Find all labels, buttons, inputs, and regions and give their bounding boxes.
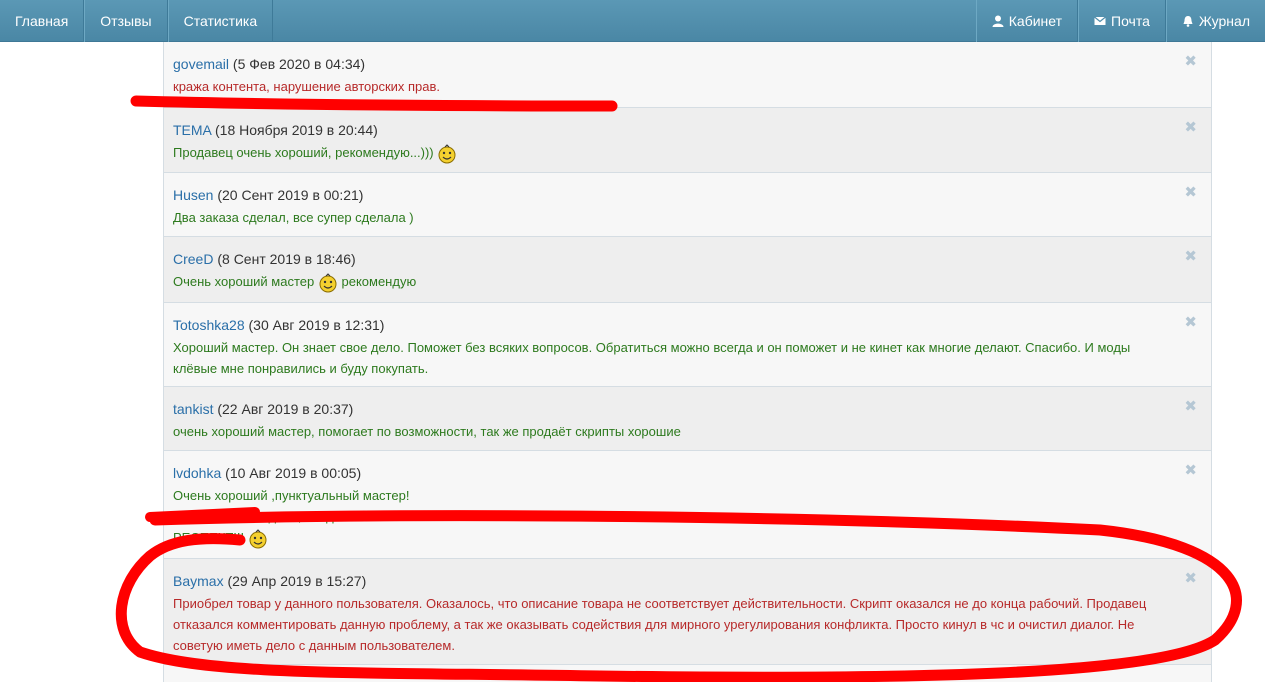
review-date: (8 Сент 2019 в 18:46) [217, 251, 356, 267]
review-item: Husen (20 Сент 2019 в 00:21) Два заказа … [163, 173, 1212, 237]
review-date: (18 Ноября 2019 в 20:44) [215, 122, 378, 138]
smiley-emoticon-icon [249, 528, 267, 549]
review-author-link[interactable]: TEMA [173, 122, 211, 138]
review-line: Приобрел товар у данного пользователя. О… [173, 596, 1147, 653]
delete-review-icon[interactable]: ✖ [1184, 399, 1197, 414]
review-line: Хороший мастер. Он знает свое дело. Помо… [173, 340, 1131, 376]
review-date: (5 Фев 2020 в 04:34) [232, 56, 366, 72]
user-icon [992, 15, 1004, 27]
review-line: Продавец очень хороший, рекомендую...))) [173, 145, 434, 160]
review-author-link[interactable]: Husen [173, 187, 213, 203]
review-author-link[interactable]: govemail [173, 56, 229, 72]
review-item: govemail (5 Фев 2020 в 04:34) кража конт… [163, 42, 1212, 108]
review-item-partial [163, 665, 1212, 682]
review-date: (20 Сент 2019 в 00:21) [217, 187, 364, 203]
nav-journal-link[interactable]: Журнал [1165, 0, 1265, 42]
review-item: lvdohka (10 Авг 2019 в 00:05) Очень хоро… [163, 451, 1212, 559]
review-line: Очень хороший мастер [173, 274, 315, 289]
delete-review-icon[interactable]: ✖ [1184, 185, 1197, 200]
nav-cabinet-label: Кабинет [1008, 13, 1063, 29]
delete-review-icon[interactable]: ✖ [1184, 463, 1197, 478]
review-text: Хороший мастер. Он знает свое дело. Помо… [173, 337, 1175, 379]
review-line: рекомендую [341, 274, 417, 289]
review-date: (29 Апр 2019 в 15:27) [227, 573, 367, 589]
review-text: Очень хороший мастер рекомендую [173, 271, 1175, 293]
nav-home-label: Главная [15, 13, 69, 29]
top-navbar: Главная Отзывы Статистика Кабинет Почта … [0, 0, 1265, 42]
review-author-link[interactable]: Totoshka28 [173, 317, 245, 333]
navbar-left-group: Главная Отзывы Статистика [0, 0, 274, 42]
nav-reviews-label: Отзывы [100, 13, 152, 29]
review-line: Очень хороший ,пунктуальный мастер! [173, 488, 410, 503]
review-author-link[interactable]: tankist [173, 401, 213, 417]
delete-review-icon[interactable]: ✖ [1184, 54, 1197, 69]
review-author-link[interactable]: CreeD [173, 251, 213, 267]
nav-mail-label: Почта [1111, 13, 1150, 29]
smiley-emoticon-icon [438, 143, 456, 164]
envelope-icon [1094, 16, 1106, 25]
review-header: TEMA (18 Ноября 2019 в 20:44) [173, 122, 1175, 138]
nav-stats-label: Статистика [183, 13, 258, 29]
review-line: Советую иметь дело,всегда во всём поможе… [173, 509, 451, 524]
review-header: Husen (20 Сент 2019 в 00:21) [173, 187, 1175, 203]
review-text: Два заказа сделал, все супер сделала ) [173, 207, 1175, 228]
review-line: кража контента, нарушение авторских прав… [173, 79, 441, 94]
delete-review-icon[interactable]: ✖ [1184, 315, 1197, 330]
review-header: Baymax (29 Апр 2019 в 15:27) [173, 573, 1175, 589]
navbar-right-group: Кабинет Почта Журнал [975, 0, 1265, 42]
review-header: tankist (22 Авг 2019 в 20:37) [173, 401, 1175, 417]
review-item: Totoshka28 (30 Авг 2019 в 12:31) Хороший… [163, 303, 1212, 387]
review-date: (30 Авг 2019 в 12:31) [248, 317, 385, 333]
review-item: TEMA (18 Ноября 2019 в 20:44) Продавец о… [163, 108, 1212, 173]
reviews-feed: govemail (5 Фев 2020 в 04:34) кража конт… [163, 42, 1212, 682]
review-item: CreeD (8 Сент 2019 в 18:46) Очень хороши… [163, 237, 1212, 303]
nav-cabinet-link[interactable]: Кабинет [975, 0, 1079, 42]
bell-icon [1183, 16, 1193, 27]
review-text: Приобрел товар у данного пользователя. О… [173, 593, 1175, 656]
review-header: govemail (5 Фев 2020 в 04:34) [173, 56, 1175, 72]
review-line: Два заказа сделал, все супер сделала ) [173, 210, 414, 225]
nav-stats-link[interactable]: Статистика [167, 0, 274, 42]
nav-mail-link[interactable]: Почта [1078, 0, 1166, 42]
review-author-link[interactable]: Baymax [173, 573, 224, 589]
delete-review-icon[interactable]: ✖ [1184, 249, 1197, 264]
review-item: Baymax (29 Апр 2019 в 15:27) Приобрел то… [163, 559, 1212, 665]
smiley-emoticon-icon [319, 272, 337, 293]
review-text: кража контента, нарушение авторских прав… [173, 76, 1175, 97]
review-header: lvdohka (10 Авг 2019 в 00:05) [173, 465, 1175, 481]
review-author-link[interactable]: lvdohka [173, 465, 221, 481]
review-text: Очень хороший ,пунктуальный мастер! Сове… [173, 485, 1175, 549]
delete-review-icon[interactable]: ✖ [1184, 571, 1197, 586]
review-date: (10 Авг 2019 в 00:05) [225, 465, 362, 481]
review-line: РЕСПЕКТ!!! [173, 530, 245, 545]
review-header: Totoshka28 (30 Авг 2019 в 12:31) [173, 317, 1175, 333]
review-item: tankist (22 Авг 2019 в 20:37) очень хоро… [163, 387, 1212, 451]
review-date: (22 Авг 2019 в 20:37) [217, 401, 354, 417]
delete-review-icon[interactable]: ✖ [1184, 120, 1197, 135]
review-header: CreeD (8 Сент 2019 в 18:46) [173, 251, 1175, 267]
nav-home-link[interactable]: Главная [0, 0, 85, 42]
review-text: очень хороший мастер, помогает по возмож… [173, 421, 1175, 442]
review-text: Продавец очень хороший, рекомендую...))) [173, 142, 1175, 164]
nav-journal-label: Журнал [1198, 13, 1250, 29]
nav-reviews-link[interactable]: Отзывы [84, 0, 168, 42]
review-line: очень хороший мастер, помогает по возмож… [173, 424, 681, 439]
